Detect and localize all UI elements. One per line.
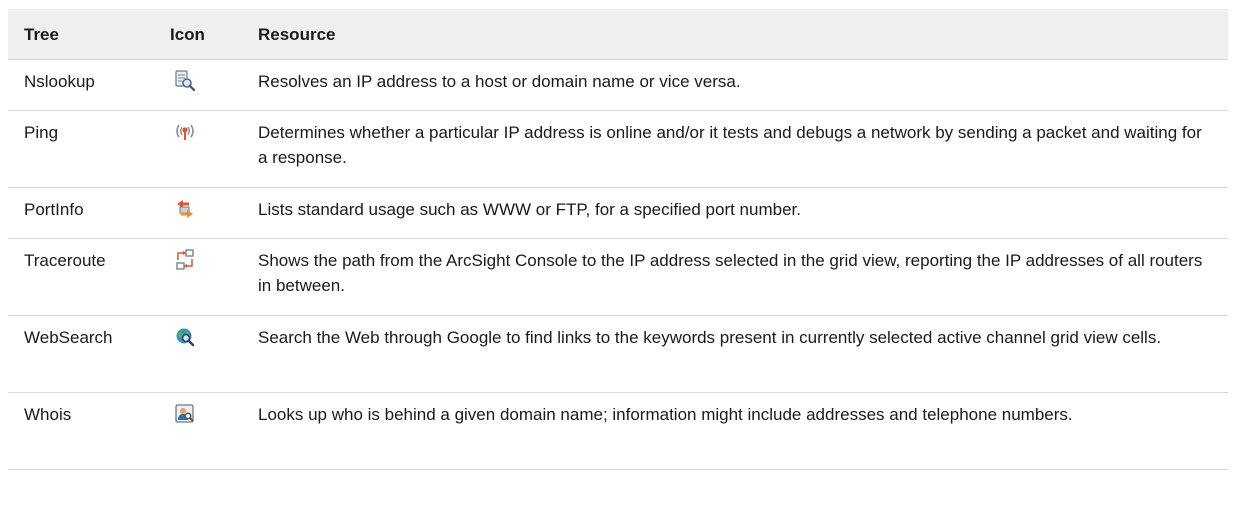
resource-cell: Search the Web through Google to find li…	[246, 315, 1228, 393]
tree-cell: WebSearch	[8, 315, 158, 393]
traceroute-icon	[174, 249, 196, 271]
icon-cell	[158, 187, 246, 239]
portinfo-icon	[174, 198, 196, 220]
resource-cell: Determines whether a particular IP addre…	[246, 110, 1228, 188]
tree-cell: PortInfo	[8, 187, 158, 239]
table-row: Traceroute Shows the path from the ArcSi…	[8, 238, 1228, 316]
icon-cell	[158, 392, 246, 470]
resource-cell: Shows the path from the ArcSight Console…	[246, 238, 1228, 316]
table-row: WebSearch Search the Web through Google …	[8, 315, 1228, 393]
icon-cell	[158, 315, 246, 393]
tree-cell: Nslookup	[8, 59, 158, 111]
tree-cell: Traceroute	[8, 238, 158, 316]
icon-cell	[158, 59, 246, 111]
resource-cell: Resolves an IP address to a host or doma…	[246, 59, 1228, 111]
table-row: Ping Determines whether a particular IP …	[8, 110, 1228, 188]
table-row: Nslookup Resolves an IP address to a hos…	[8, 59, 1228, 111]
nslookup-icon	[174, 70, 196, 92]
tree-cell: Whois	[8, 392, 158, 470]
ping-icon	[174, 121, 196, 143]
websearch-icon	[174, 326, 196, 348]
table-row: Whois Looks up who is behind a given dom…	[8, 392, 1228, 470]
icon-cell	[158, 238, 246, 316]
resource-cell: Lists standard usage such as WWW or FTP,…	[246, 187, 1228, 239]
header-resource: Resource	[246, 9, 1228, 60]
tree-cell: Ping	[8, 110, 158, 188]
tools-table-container: Tree Icon Resource Nslookup Resolves an …	[0, 0, 1236, 470]
tools-table: Tree Icon Resource Nslookup Resolves an …	[8, 9, 1228, 470]
table-header-row: Tree Icon Resource	[8, 9, 1228, 60]
table-row: PortInfo Lists standard usage such as WW…	[8, 187, 1228, 239]
whois-icon	[174, 403, 196, 425]
header-icon: Icon	[158, 9, 246, 60]
icon-cell	[158, 110, 246, 188]
resource-cell: Looks up who is behind a given domain na…	[246, 392, 1228, 470]
header-tree: Tree	[8, 9, 158, 60]
